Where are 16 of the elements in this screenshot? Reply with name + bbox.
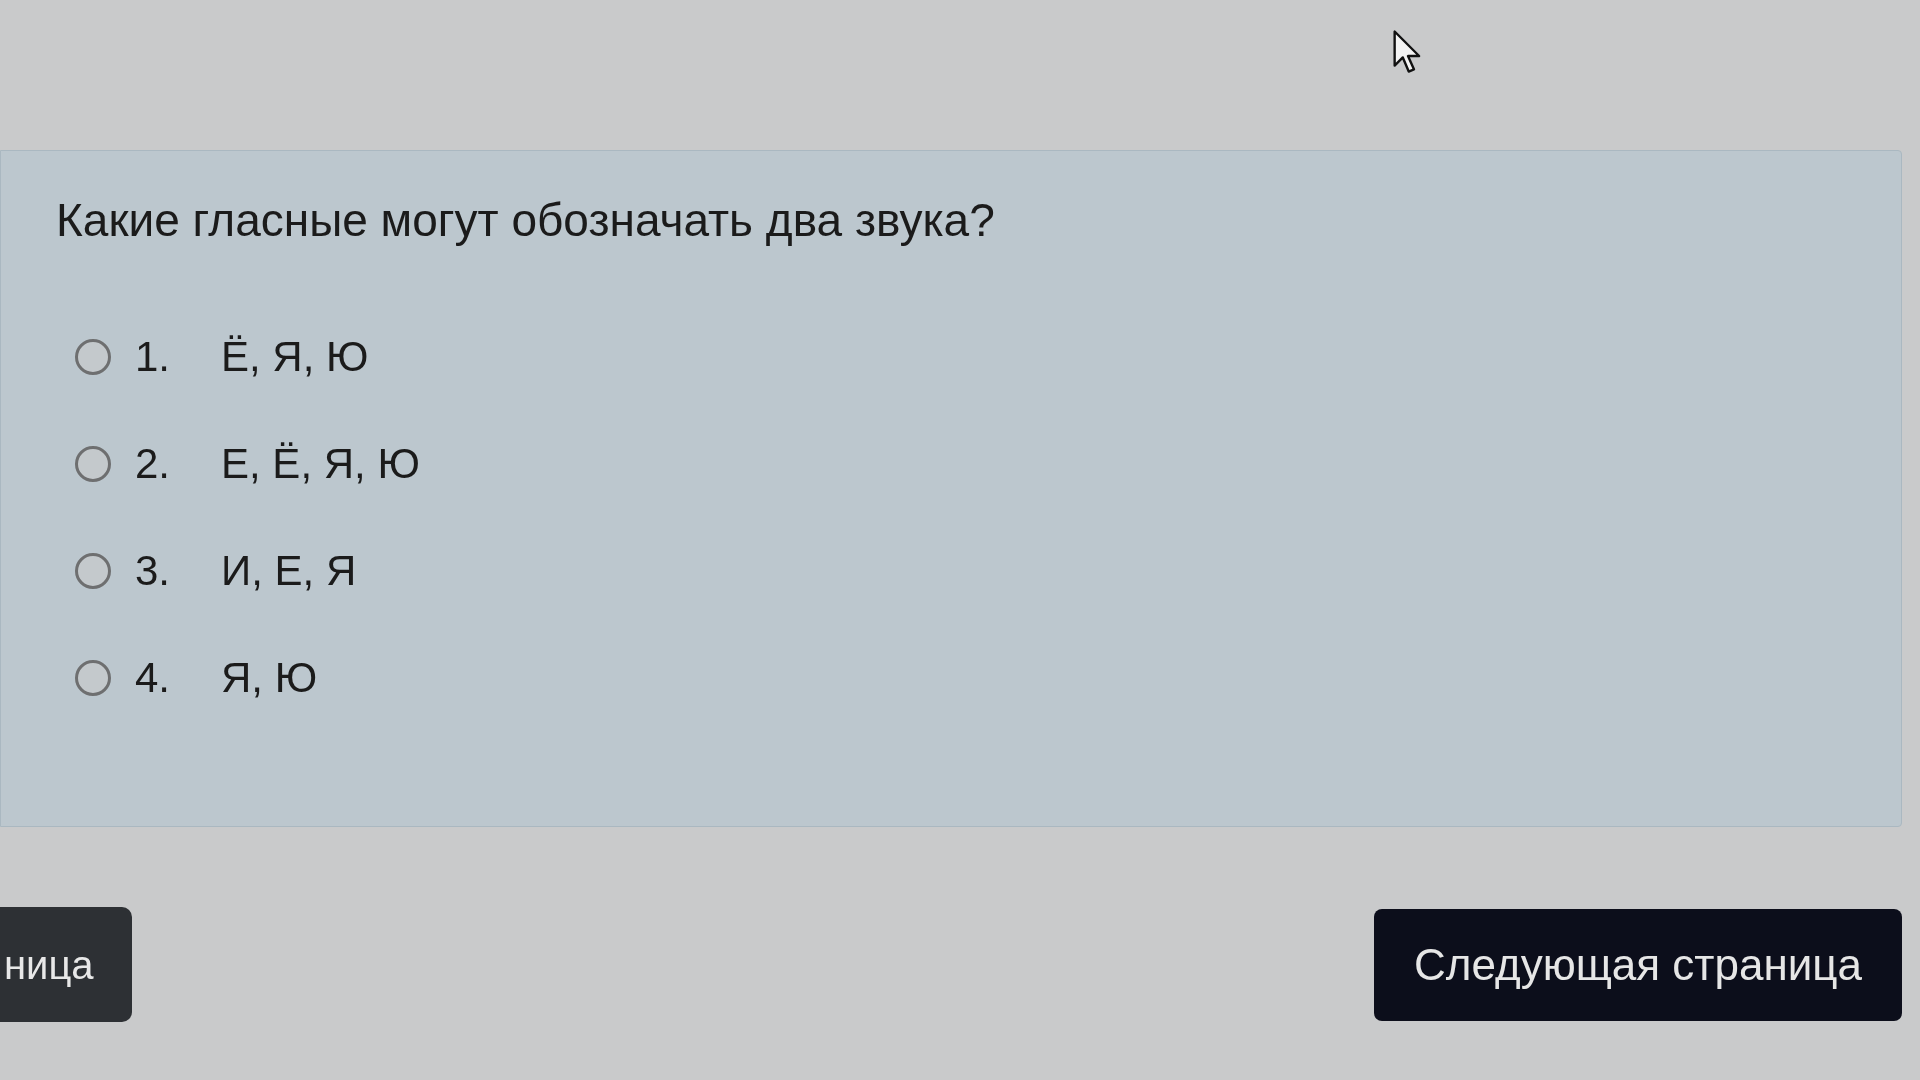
- option-number: 2.: [135, 438, 172, 489]
- radio-button[interactable]: [75, 445, 111, 482]
- option-number: 1.: [135, 331, 172, 382]
- previous-page-button[interactable]: ница: [0, 907, 132, 1022]
- option-number: 3.: [135, 545, 172, 596]
- next-page-button[interactable]: Следующая страница: [1374, 908, 1902, 1021]
- cursor-icon: [1393, 30, 1423, 76]
- radio-button[interactable]: [75, 552, 111, 589]
- option-label[interactable]: Ё, Я, Ю: [221, 331, 369, 382]
- radio-button[interactable]: [75, 338, 111, 375]
- option-label[interactable]: И, Е, Я: [221, 545, 357, 596]
- question-text: Какие гласные могут обозначать два звука?: [56, 193, 995, 247]
- option-label[interactable]: Е, Ё, Я, Ю: [221, 438, 420, 489]
- radio-button[interactable]: [75, 659, 111, 696]
- option-label[interactable]: Я, Ю: [221, 652, 318, 703]
- option-number: 4.: [135, 652, 172, 703]
